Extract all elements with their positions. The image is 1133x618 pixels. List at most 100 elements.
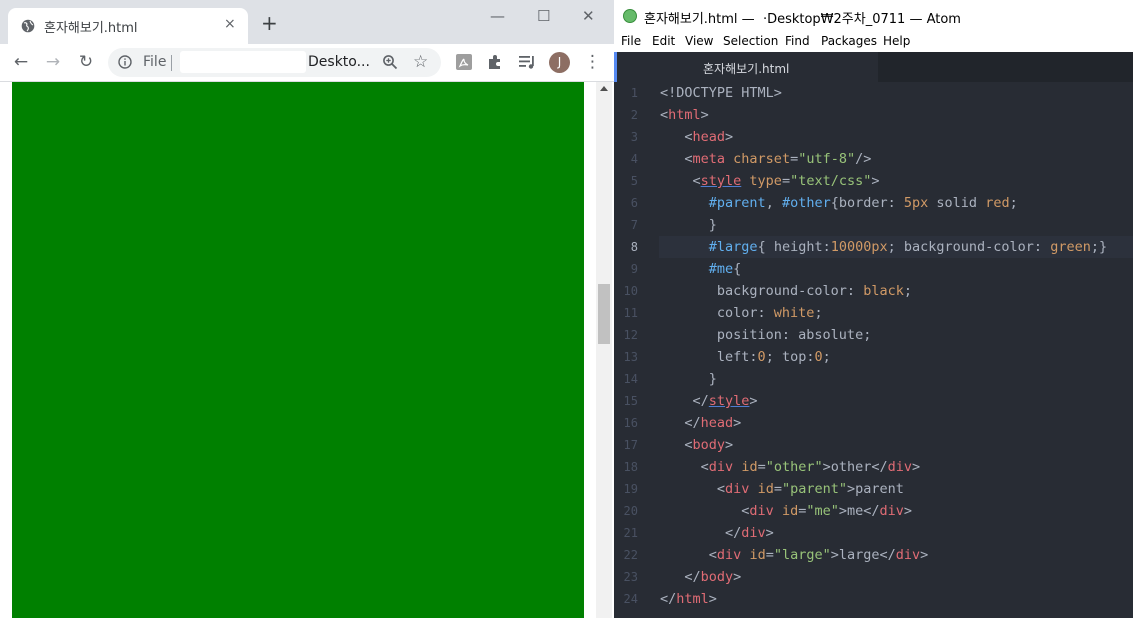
code-line[interactable]: 23 </body> xyxy=(614,566,1133,588)
code-token: ;} xyxy=(1090,239,1108,255)
back-button[interactable]: ← xyxy=(10,52,32,74)
code-line[interactable]: 3 <head> xyxy=(614,126,1133,148)
code-line[interactable]: 8 #large{ height:10000px; background-col… xyxy=(614,236,1133,258)
code-line[interactable]: 10 background-color: black; xyxy=(614,280,1133,302)
code-token: < xyxy=(660,437,693,453)
large-div xyxy=(12,82,584,618)
code-token: type xyxy=(749,173,782,189)
info-icon[interactable] xyxy=(118,55,132,69)
code-token: ; top: xyxy=(765,349,815,365)
bookmark-star-icon[interactable]: ☆ xyxy=(413,52,428,72)
code-editor[interactable]: 1 <!DOCTYPE HTML> 2 <html> 3 <head> 4 <meta c… xyxy=(614,82,1133,618)
browser-menu-icon[interactable]: ⋮ xyxy=(584,52,601,72)
code-token: < xyxy=(660,547,717,563)
scroll-up-arrow-icon[interactable] xyxy=(600,86,608,91)
code-token: >other</ xyxy=(822,459,888,475)
code-line[interactable]: 9 #me{ xyxy=(614,258,1133,280)
menu-view[interactable]: View xyxy=(685,34,713,48)
line-number: 6 xyxy=(630,196,638,210)
page-viewport xyxy=(0,82,614,618)
code-token: div xyxy=(879,503,904,519)
minimize-button[interactable]: — xyxy=(490,7,505,25)
code-line[interactable]: 2 <html> xyxy=(614,104,1133,126)
close-window-button[interactable]: ✕ xyxy=(582,7,595,25)
code-token: #large xyxy=(708,239,758,255)
address-bar[interactable]: File Deskto... ☆ xyxy=(108,48,441,77)
code-token: /> xyxy=(855,151,872,167)
code-token: div xyxy=(887,459,913,475)
menu-help[interactable]: Help xyxy=(883,34,910,48)
code-line[interactable]: 5 <style type="text/css"> xyxy=(614,170,1133,192)
code-line[interactable]: 6 #parent, #other{border: 5px solid red; xyxy=(614,192,1133,214)
code-token: { xyxy=(733,261,742,277)
code-line[interactable]: 1 <!DOCTYPE HTML> xyxy=(614,82,1133,104)
code-token: > xyxy=(725,129,734,145)
browser-tab[interactable]: 혼자해보기.html × xyxy=(8,8,248,44)
code-text: <div id="parent">parent xyxy=(660,478,904,500)
line-number: 5 xyxy=(630,174,638,188)
code-token: > xyxy=(871,173,880,189)
code-token: #me xyxy=(708,261,734,277)
code-line[interactable]: 20 <div id="me">me</div> xyxy=(614,500,1133,522)
line-number: 21 xyxy=(623,526,638,540)
code-token: 5px xyxy=(903,195,929,211)
maximize-button[interactable]: ☐ xyxy=(537,7,550,25)
code-line[interactable]: 22 <div id="large">large</div> xyxy=(614,544,1133,566)
zoom-icon[interactable] xyxy=(382,54,398,70)
new-tab-button[interactable]: + xyxy=(261,13,278,33)
menu-packages[interactable]: Packages xyxy=(821,34,877,48)
menu-find[interactable]: Find xyxy=(785,34,810,48)
code-text: </div> xyxy=(660,522,774,544)
atom-window-title: 혼자해보기.html — ‌ ·Desktop₩2주차_0711 — Atom xyxy=(644,12,961,27)
code-text: <html> xyxy=(660,104,709,126)
code-text: </body> xyxy=(660,566,741,588)
code-token: > xyxy=(920,547,929,563)
code-token: > xyxy=(708,591,717,607)
reload-button[interactable]: ↻ xyxy=(75,52,97,74)
code-text: <div id="me">me</div> xyxy=(660,500,912,522)
url-text[interactable]: Deskto... xyxy=(308,54,370,70)
forward-button[interactable]: → xyxy=(42,52,64,74)
code-line[interactable]: 14 } xyxy=(614,368,1133,390)
line-number: 7 xyxy=(630,218,638,232)
code-token: ; xyxy=(903,283,912,299)
code-line[interactable]: 19 <div id="parent">parent xyxy=(614,478,1133,500)
line-number: 12 xyxy=(623,328,638,342)
pdf-extension-icon[interactable] xyxy=(455,53,473,71)
code-token: = xyxy=(757,459,766,475)
code-line[interactable]: 17 <body> xyxy=(614,434,1133,456)
code-line[interactable]: 24 </html> xyxy=(614,588,1133,610)
line-number: 23 xyxy=(623,570,638,584)
menu-selection[interactable]: Selection xyxy=(723,34,778,48)
code-line[interactable]: 21 </div> xyxy=(614,522,1133,544)
code-line[interactable]: 11 color: white; xyxy=(614,302,1133,324)
atom-file-tab[interactable]: 혼자해보기.html xyxy=(614,52,878,82)
code-line[interactable]: 4 <meta charset="utf-8"/> xyxy=(614,148,1133,170)
code-token: = xyxy=(765,547,774,563)
code-line[interactable]: 16 </head> xyxy=(614,412,1133,434)
code-token: } xyxy=(660,217,717,233)
code-text: </html> xyxy=(660,588,717,610)
code-token: id xyxy=(749,547,766,563)
code-line[interactable]: 18 <div id="other">other</div> xyxy=(614,456,1133,478)
code-line[interactable]: 7 } xyxy=(614,214,1133,236)
code-line[interactable]: 13 left:0; top:0; xyxy=(614,346,1133,368)
code-text: background-color: black; xyxy=(660,280,912,302)
menu-edit[interactable]: Edit xyxy=(652,34,675,48)
code-line[interactable]: 15 </style> xyxy=(614,390,1133,412)
code-token: body xyxy=(700,569,734,585)
menu-file[interactable]: File xyxy=(621,34,641,48)
code-token: #other xyxy=(781,195,831,211)
code-text: <body> xyxy=(660,434,733,456)
code-token: </ xyxy=(660,591,677,607)
code-line[interactable]: 12 position: absolute; xyxy=(614,324,1133,346)
line-number: 22 xyxy=(623,548,638,562)
scroll-thumb[interactable] xyxy=(598,284,610,344)
media-control-icon[interactable] xyxy=(518,53,536,71)
extensions-puzzle-icon[interactable] xyxy=(486,53,504,71)
vertical-scrollbar[interactable] xyxy=(596,82,612,618)
profile-avatar[interactable]: J xyxy=(549,52,570,73)
tab-close-icon[interactable]: × xyxy=(224,16,236,32)
